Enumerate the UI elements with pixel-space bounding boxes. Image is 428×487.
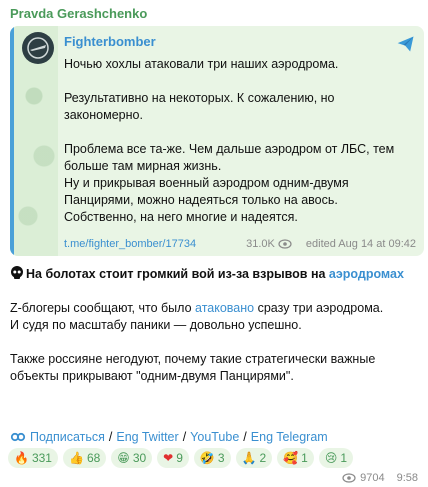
forward-source-name[interactable]: Fighterbomber — [64, 34, 156, 49]
link-separator: / — [108, 430, 113, 444]
subscribe-link[interactable]: Подписаться — [30, 430, 105, 444]
reaction-fire[interactable]: 🔥 331 — [8, 448, 58, 468]
forward-paragraph: Ночью хохлы атаковали три наших аэродром… — [64, 57, 339, 71]
paragraph-1-line-2: И судя по масштабу паники — довольно усп… — [10, 318, 302, 332]
forward-meta: t.me/fighter_bomber/17734 31.0K edited A… — [64, 238, 416, 250]
share-icon[interactable] — [396, 34, 416, 54]
post-time: 9:58 — [396, 472, 418, 484]
forwarded-message-card[interactable]: Fighterbomber Ночью хохлы атаковали три … — [10, 26, 424, 256]
thumbs-up-icon: 👍 — [68, 451, 84, 465]
rofl-icon: 🤣 — [199, 451, 215, 465]
forward-paragraph: Проблема все та-же. Чем дальше аэродром … — [64, 142, 395, 224]
reaction-grin[interactable]: 😁 30 — [111, 448, 153, 468]
headline-text: На болотах стоит громкий вой из-за взрыв… — [26, 267, 329, 281]
post-body: На болотах стоит громкий вой из-за взрыв… — [10, 266, 420, 385]
forward-edited: edited Aug 14 at 09:42 — [305, 238, 416, 250]
eye-icon — [342, 473, 356, 483]
post-views: 9704 — [360, 472, 385, 484]
eye-icon — [278, 239, 292, 249]
cry-icon: 😢 — [324, 451, 338, 465]
link-separator: / — [243, 430, 247, 444]
post-headline: На болотах стоит громкий вой из-за взрыв… — [10, 266, 420, 283]
reaction-thumbs-up[interactable]: 👍 68 — [62, 448, 107, 468]
post-footer-meta: 9704 9:58 — [342, 472, 418, 484]
twitter-link[interactable]: Eng Twitter — [116, 430, 178, 444]
channel-name[interactable]: Pravda Gerashchenko — [10, 6, 147, 21]
paragraph-1: Z-блогеры сообщают, что было атаковано с… — [10, 301, 384, 315]
skull-icon — [11, 266, 23, 279]
love-face-icon: 🥰 — [283, 451, 299, 465]
forward-views-count: 31.0K — [246, 238, 275, 250]
reactions-bar: 🔥 331 👍 68 😁 30 ❤ 9 🤣 3 🙏 2 🥰 1 😢 1 — [8, 448, 354, 468]
heart-icon: ❤ — [163, 451, 174, 465]
grin-icon: 😁 — [117, 451, 130, 465]
paragraph-2: Также россияне негодуют, почему такие ст… — [10, 352, 376, 383]
link-separator: / — [182, 430, 187, 444]
forward-text: Ночью хохлы атаковали три наших аэродром… — [64, 56, 414, 226]
forward-views: 31.0K — [246, 238, 292, 250]
youtube-link[interactable]: YouTube — [190, 430, 239, 444]
reaction-rofl[interactable]: 🤣 3 — [193, 448, 231, 468]
forward-link[interactable]: t.me/fighter_bomber/17734 — [64, 238, 196, 250]
forward-paragraph: Результативно на некоторых. К сожалению,… — [64, 91, 335, 122]
channel-links: Подписаться / Eng Twitter / YouTube / En… — [10, 430, 328, 444]
reaction-love[interactable]: 🥰 1 — [277, 448, 314, 468]
headline-link[interactable]: аэродромах — [329, 267, 404, 281]
fighterbomber-avatar[interactable] — [22, 32, 54, 64]
telegram-link[interactable]: Eng Telegram — [251, 430, 328, 444]
pray-icon: 🙏 — [241, 451, 257, 465]
fire-icon: 🔥 — [14, 451, 29, 465]
attacked-link[interactable]: атаковано — [195, 301, 254, 315]
reaction-pray[interactable]: 🙏 2 — [235, 448, 273, 468]
link-icon — [10, 432, 26, 442]
reaction-cry[interactable]: 😢 1 — [318, 448, 354, 468]
reaction-heart[interactable]: ❤ 9 — [157, 448, 189, 468]
